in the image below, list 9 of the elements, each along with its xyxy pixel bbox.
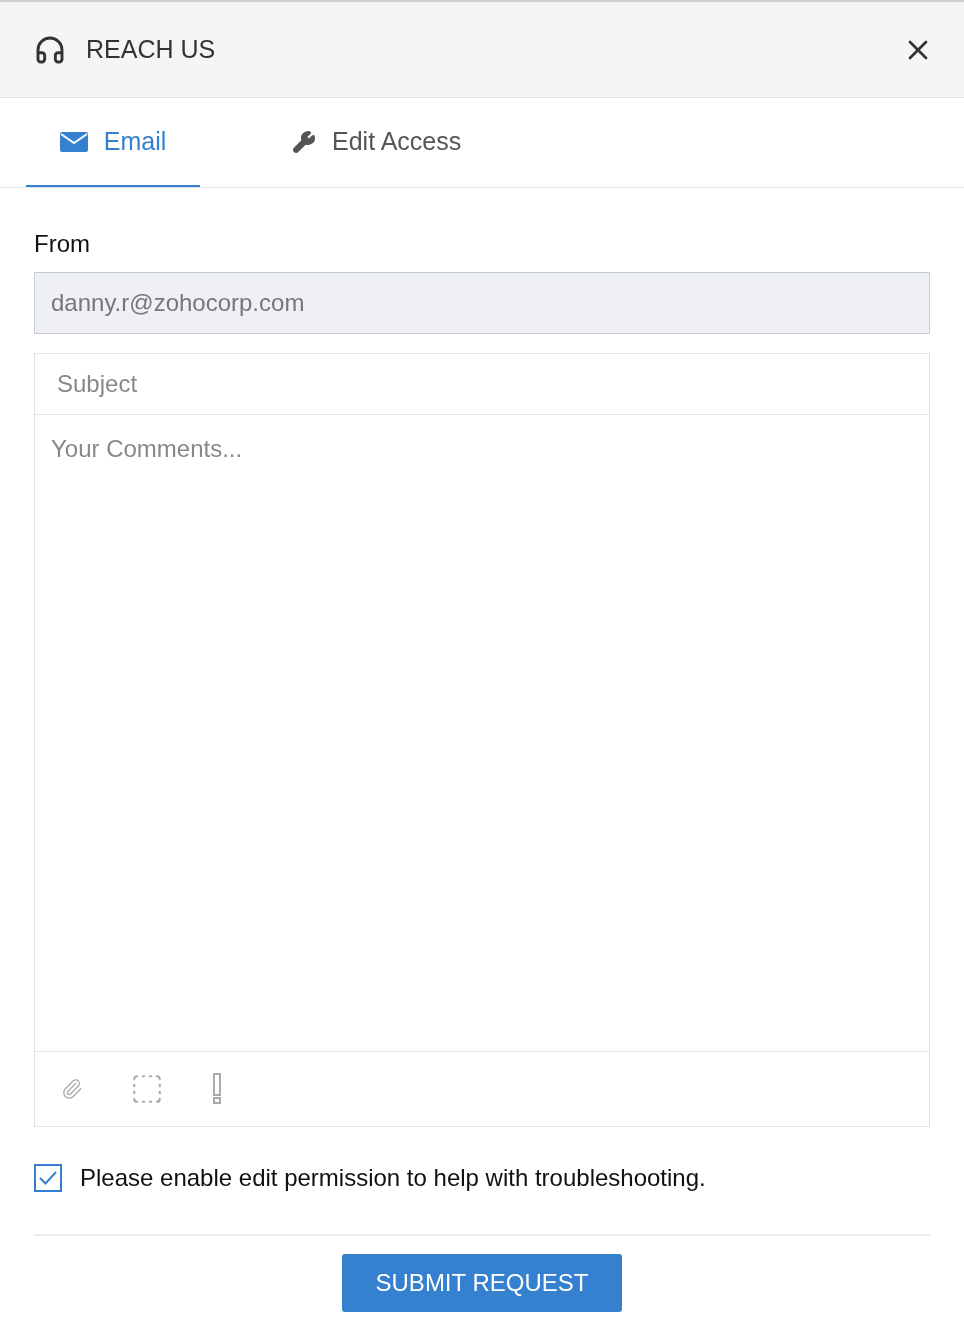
field-label: From [34,229,90,259]
subject-field[interactable]: Subject [34,353,930,415]
dialog-title: REACH US [86,33,216,65]
from-field[interactable]: danny.r@zohocorp.com [34,272,930,334]
submit-button[interactable]: SUBMIT REQUEST [342,1254,622,1312]
comments-field[interactable]: Your Comments... [34,415,930,1052]
tab[interactable]: Email [26,98,200,187]
permission-label: Please enable edit permission to help with troubleshooting. [80,1163,706,1193]
tab[interactable]: Edit Access [288,98,466,187]
